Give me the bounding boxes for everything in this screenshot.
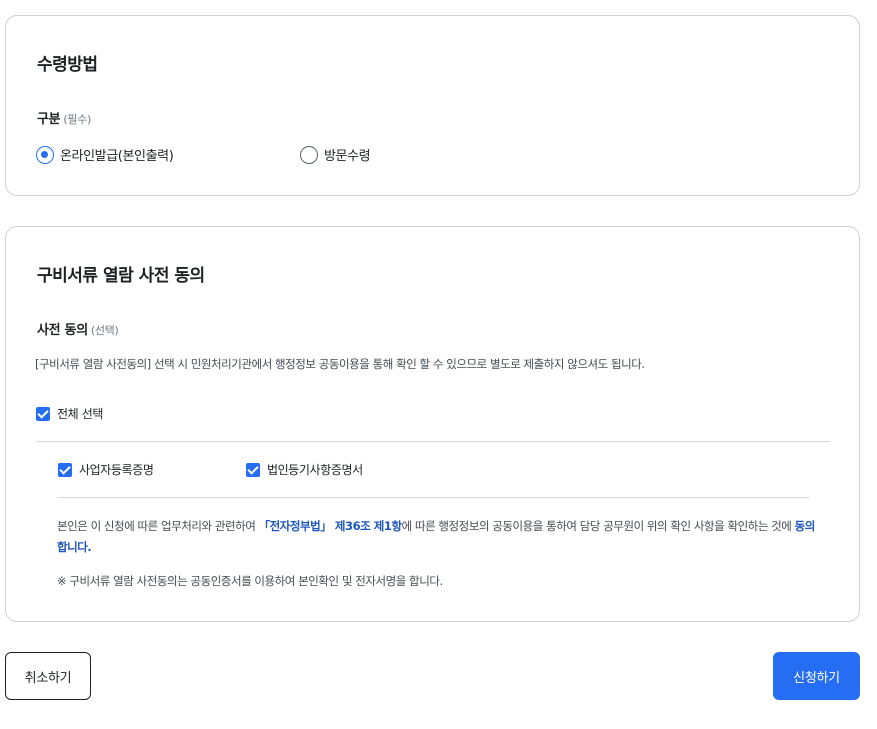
radio-online-issuance[interactable]: 온라인발급(본인출력) [36, 145, 174, 164]
prior-consent-label: 사전 동의 (선택) [37, 319, 119, 338]
divider [57, 497, 809, 498]
optional-indicator: (선택) [90, 324, 119, 337]
receipt-type-label: 구분 (필수) [37, 108, 91, 127]
select-all-label[interactable]: 전체 선택 [57, 405, 103, 422]
receipt-method-card: 수령방법 구분 (필수) 온라인발급(본인출력) 방문수령 [5, 15, 860, 196]
required-indicator: (필수) [63, 113, 91, 126]
business-registration-label[interactable]: 사업자등록증명 [79, 461, 154, 478]
receipt-method-title: 수령방법 [37, 55, 98, 75]
select-all-checkbox[interactable]: 전체 선택 [36, 405, 103, 422]
cancel-button[interactable]: 취소하기 [5, 652, 91, 700]
checkbox-checked-icon[interactable] [36, 406, 50, 421]
radio-visit-pickup[interactable]: 방문수령 [300, 145, 371, 164]
radio-selected-icon[interactable] [36, 145, 54, 164]
radio-online-issuance-label[interactable]: 온라인발급(본인출력) [60, 145, 174, 164]
agreement-text: 본인은 이 신청에 따른 업무처리와 관련하여 「전자정부법」 제36조 제1항… [57, 516, 817, 558]
business-registration-checkbox[interactable]: 사업자등록증명 [58, 461, 154, 478]
prior-consent-label-text: 사전 동의 [37, 323, 88, 338]
document-consent-card: 구비서류 열람 사전 동의 사전 동의 (선택) [구비서류 열람 사전동의] 선… [5, 226, 860, 622]
agreement-text-part2: 에 따른 행정정보의 공동이용을 통하여 담당 공무원이 위의 확인 사항을 확… [401, 519, 795, 533]
corporate-registry-checkbox[interactable]: 법인등기사항증명서 [246, 461, 363, 478]
radio-visit-pickup-label[interactable]: 방문수령 [324, 145, 371, 164]
checkbox-checked-icon[interactable] [246, 462, 260, 477]
apply-button[interactable]: 신청하기 [773, 652, 860, 700]
certificate-note: ※ 구비서류 열람 사전동의는 공동인증서를 이용하여 본인확인 및 전자서명을… [57, 574, 443, 588]
radio-unselected-icon[interactable] [300, 145, 318, 164]
agreement-text-part1: 본인은 이 신청에 따른 업무처리와 관련하여 [57, 519, 259, 533]
divider [36, 441, 830, 442]
receipt-type-label-text: 구분 [37, 112, 61, 127]
law-reference: 「전자정부법」 제36조 제1항 [258, 519, 402, 533]
document-consent-title: 구비서류 열람 사전 동의 [37, 266, 205, 286]
corporate-registry-label[interactable]: 법인등기사항증명서 [267, 461, 363, 478]
checkbox-checked-icon[interactable] [58, 462, 72, 477]
consent-description: [구비서류 열람 사전동의] 선택 시 민원처리기관에서 행정정보 공동이용을 … [35, 357, 645, 371]
